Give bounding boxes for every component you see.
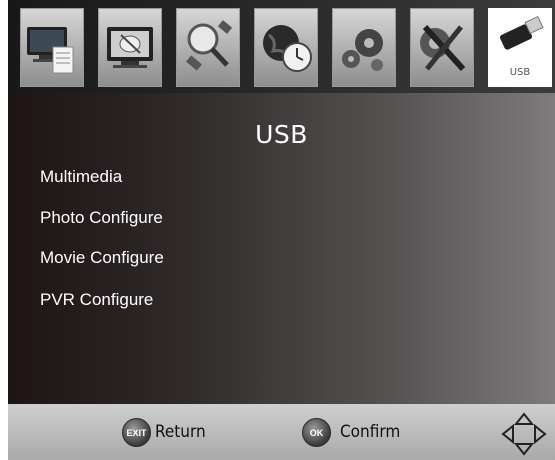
return-label: Return xyxy=(155,422,206,442)
menu-item-multimedia[interactable]: Multimedia xyxy=(40,167,122,187)
tab-picture[interactable] xyxy=(98,8,162,87)
tab-program[interactable] xyxy=(20,8,84,87)
menu-screen: USB USB Multimedia Photo Configure Movie… xyxy=(8,0,555,460)
page-title: USB xyxy=(255,120,308,149)
footer-hint-bar: EXIT Return OK Confirm xyxy=(8,404,555,460)
tools-icon xyxy=(420,24,466,72)
tab-channel-search[interactable] xyxy=(176,8,240,87)
satellite-search-icon xyxy=(186,20,233,71)
tab-time[interactable] xyxy=(254,8,318,87)
navigation-pad-icon xyxy=(501,412,547,456)
tv-document-icon xyxy=(27,27,74,74)
tab-options[interactable] xyxy=(332,8,396,87)
tab-usb-label: USB xyxy=(509,67,531,78)
usb-menu-panel: USB Multimedia Photo Configure Movie Con… xyxy=(8,93,555,404)
exit-button[interactable]: EXIT xyxy=(122,418,151,447)
ok-button[interactable]: OK xyxy=(302,418,331,447)
usb-drive-icon xyxy=(500,15,544,50)
tab-system[interactable] xyxy=(410,8,474,87)
menu-item-movie-configure[interactable]: Movie Configure xyxy=(40,248,164,268)
confirm-label: Confirm xyxy=(340,422,401,442)
tab-usb[interactable]: USB xyxy=(488,8,552,87)
tv-satellite-dish-icon xyxy=(107,27,153,68)
gears-icon xyxy=(342,29,383,71)
category-icon-bar: USB xyxy=(8,0,555,93)
globe-clock-icon xyxy=(263,25,312,72)
menu-item-photo-configure[interactable]: Photo Configure xyxy=(40,208,163,228)
menu-item-pvr-configure[interactable]: PVR Configure xyxy=(40,290,153,310)
